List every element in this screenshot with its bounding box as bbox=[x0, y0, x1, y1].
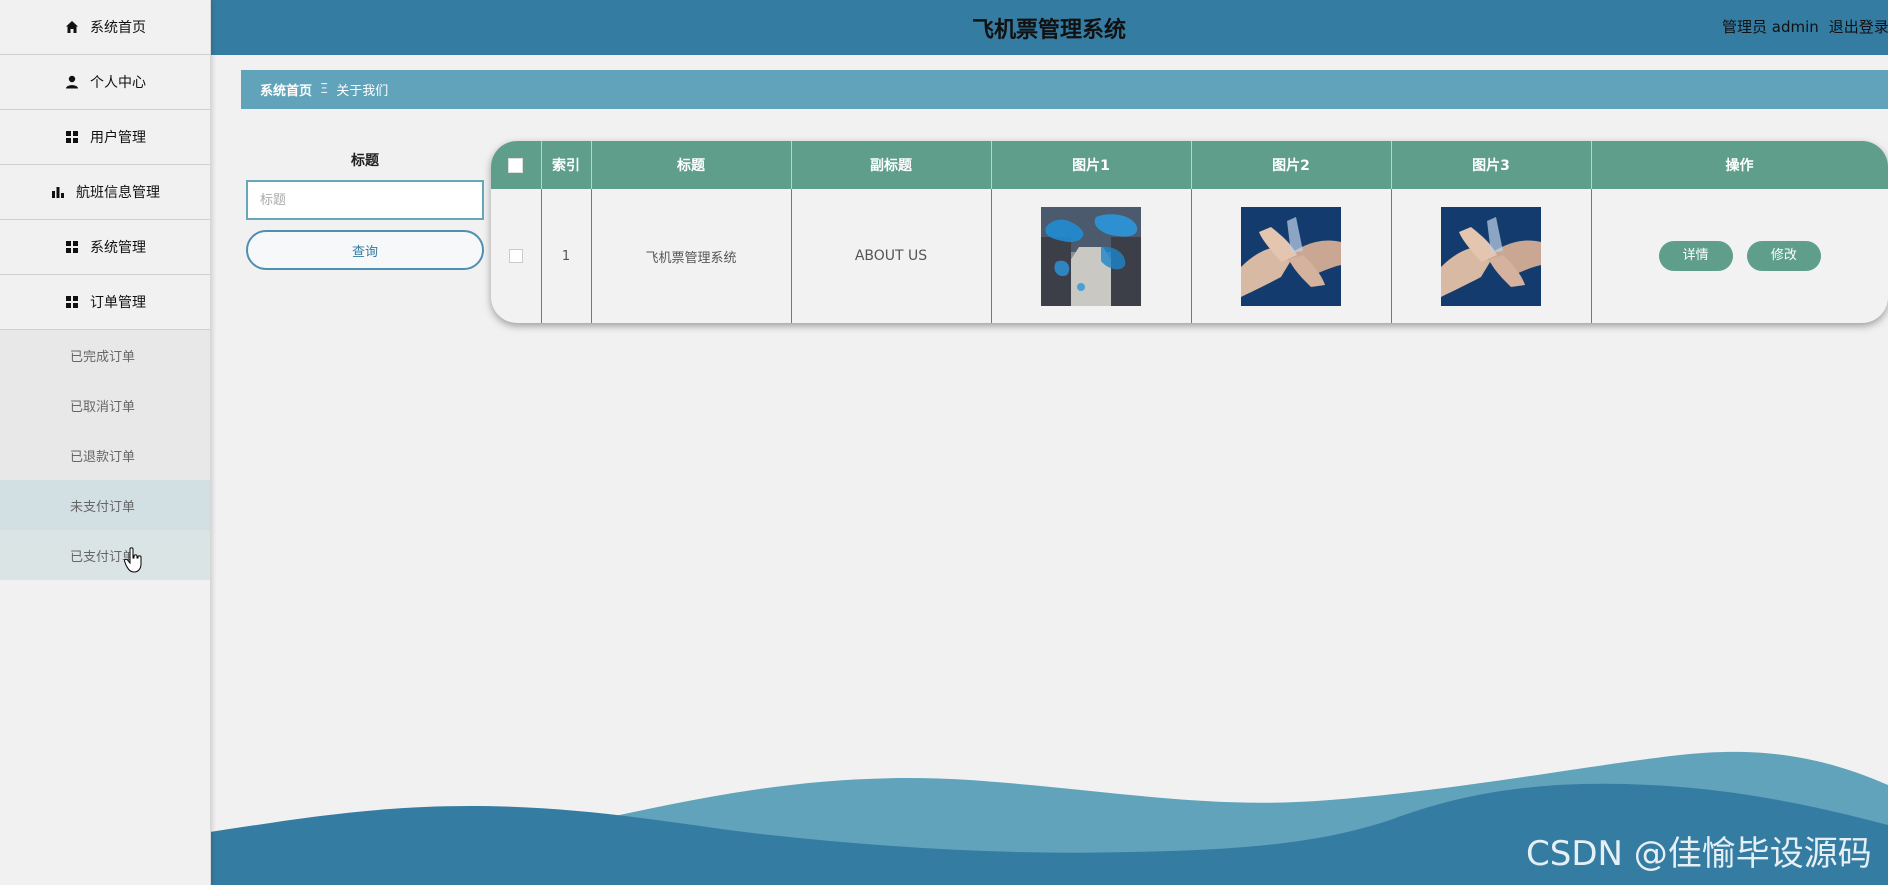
detail-button[interactable]: 详情 bbox=[1658, 241, 1733, 271]
user-icon bbox=[64, 74, 80, 90]
submenu-item-unpaid-orders[interactable]: 未支付订单 bbox=[0, 480, 210, 530]
sidebar-item-label: 航班信息管理 bbox=[76, 185, 160, 201]
home-icon bbox=[64, 19, 80, 35]
sidebar: 系统首页 个人中心 用户管理 航班信息管理 系统管理 订单管理 已完成订单 已取… bbox=[0, 0, 211, 885]
submenu-item-cancelled-orders[interactable]: 已取消订单 bbox=[0, 380, 210, 430]
column-header-title: 标题 bbox=[591, 141, 792, 189]
hands-together-photo[interactable] bbox=[1441, 206, 1541, 306]
sidebar-item-label: 订单管理 bbox=[90, 295, 146, 311]
search-title-label: 标题 bbox=[351, 153, 379, 169]
column-header-image1: 图片1 bbox=[991, 141, 1192, 189]
app-title: 飞机票管理系统 bbox=[971, 18, 1126, 43]
sidebar-item-users[interactable]: 用户管理 bbox=[0, 110, 210, 165]
column-header-image2: 图片2 bbox=[1191, 141, 1392, 189]
sidebar-item-label: 个人中心 bbox=[90, 75, 146, 91]
breadcrumb-separator-icon: Ξ bbox=[320, 82, 329, 97]
sidebar-item-label: 用户管理 bbox=[90, 130, 146, 146]
cell-title: 飞机票管理系统 bbox=[591, 189, 792, 323]
orders-submenu: 已完成订单 已取消订单 已退款订单 未支付订单 已支付订单 bbox=[0, 330, 210, 580]
table-header-row: 索引 标题 副标题 图片1 图片2 图片3 操作 bbox=[491, 141, 1888, 189]
hand-cursor-icon bbox=[124, 547, 142, 573]
top-header: 飞机票管理系统 管理员 admin 退出登录 bbox=[210, 0, 1888, 55]
cell-actions: 详情 修改 bbox=[1591, 189, 1888, 323]
grid-icon bbox=[64, 239, 80, 255]
cell-index: 1 bbox=[541, 189, 592, 323]
breadcrumb-home-link[interactable]: 系统首页 bbox=[260, 80, 312, 99]
sidebar-item-label: 系统首页 bbox=[90, 20, 146, 36]
row-checkbox[interactable] bbox=[508, 249, 523, 263]
hands-together-photo[interactable] bbox=[1241, 206, 1341, 306]
select-all-cell bbox=[491, 141, 542, 189]
cell-image2 bbox=[1191, 189, 1392, 323]
breadcrumb: 系统首页 Ξ 关于我们 bbox=[241, 70, 1888, 109]
sidebar-item-orders[interactable]: 订单管理 bbox=[0, 275, 210, 330]
cell-image1 bbox=[991, 189, 1192, 323]
column-header-subtitle: 副标题 bbox=[791, 141, 992, 189]
csdn-watermark: CSDN @佳愉毕设源码 bbox=[1526, 834, 1872, 874]
grid-icon bbox=[64, 294, 80, 310]
admin-user-label: 管理员 admin bbox=[1722, 18, 1819, 36]
cell-subtitle: ABOUT US bbox=[791, 189, 992, 323]
column-header-actions: 操作 bbox=[1591, 141, 1888, 189]
column-header-index: 索引 bbox=[541, 141, 592, 189]
warehouse-map-photo[interactable] bbox=[1041, 206, 1141, 306]
logout-link[interactable]: 退出登录 bbox=[1829, 18, 1888, 36]
search-title-input[interactable] bbox=[246, 180, 484, 220]
column-header-image3: 图片3 bbox=[1391, 141, 1592, 189]
sidebar-item-profile[interactable]: 个人中心 bbox=[0, 55, 210, 110]
sidebar-item-label: 系统管理 bbox=[90, 240, 146, 256]
row-select-cell bbox=[491, 189, 542, 323]
breadcrumb-current: 关于我们 bbox=[336, 84, 389, 99]
cell-image3 bbox=[1391, 189, 1592, 323]
edit-button[interactable]: 修改 bbox=[1746, 241, 1821, 271]
select-all-checkbox[interactable] bbox=[508, 157, 524, 173]
table-row: 1 飞机票管理系统 ABOUT US 详情 修改 bbox=[491, 189, 1888, 323]
submenu-item-paid-orders[interactable]: 已支付订单 bbox=[0, 530, 210, 580]
submenu-item-refunded-orders[interactable]: 已退款订单 bbox=[0, 430, 210, 480]
grid-icon bbox=[64, 129, 80, 145]
submenu-item-completed-orders[interactable]: 已完成订单 bbox=[0, 330, 210, 380]
data-table: 索引 标题 副标题 图片1 图片2 图片3 操作 1 飞机票管理系统 ABOUT… bbox=[491, 141, 1888, 323]
sidebar-item-home[interactable]: 系统首页 bbox=[0, 0, 210, 55]
sidebar-item-flights[interactable]: 航班信息管理 bbox=[0, 165, 210, 220]
sidebar-item-system[interactable]: 系统管理 bbox=[0, 220, 210, 275]
bar-chart-icon bbox=[50, 184, 66, 200]
search-button[interactable]: 查询 bbox=[246, 230, 484, 270]
user-area: 管理员 admin 退出登录 bbox=[1722, 16, 1888, 37]
